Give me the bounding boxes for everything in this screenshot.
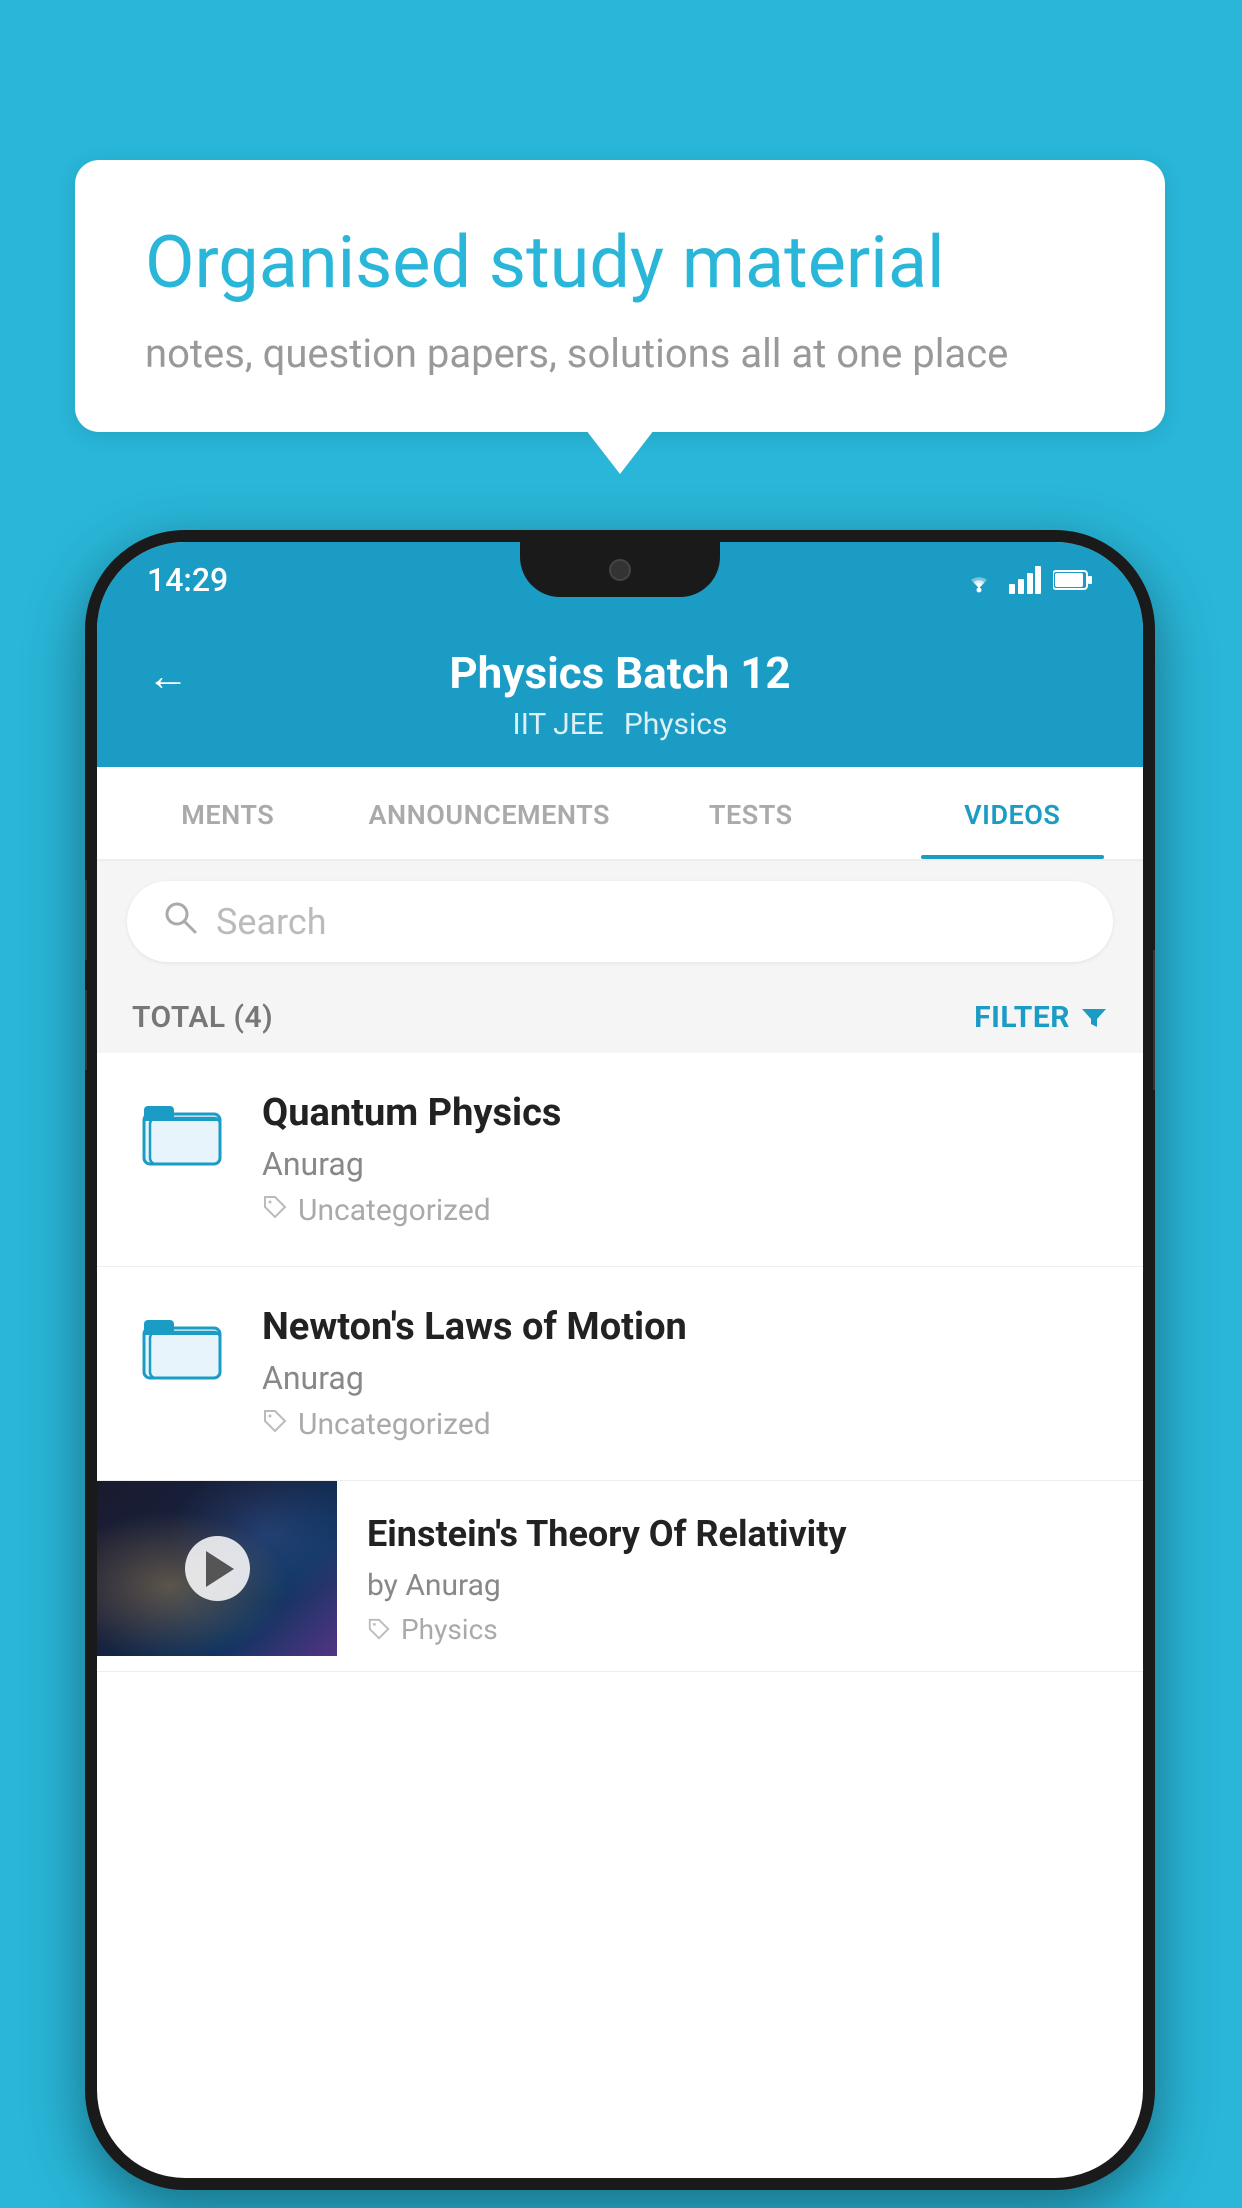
battery-icon: [1053, 569, 1093, 591]
total-count: TOTAL (4): [132, 1000, 273, 1035]
video-tag-einstein: Physics: [367, 1613, 1113, 1646]
filter-button[interactable]: FILTER: [974, 1000, 1108, 1035]
video-author-einstein: by Anurag: [367, 1568, 1113, 1603]
search-input-wrapper[interactable]: Search: [127, 881, 1113, 962]
video-info-einstein: Einstein's Theory Of Relativity by Anura…: [337, 1481, 1143, 1671]
header-subtitle-iitjee: IIT JEE: [513, 707, 604, 742]
tab-ments[interactable]: MENTS: [97, 767, 359, 859]
video-title-einstein: Einstein's Theory Of Relativity: [367, 1511, 1113, 1558]
signal-icon: [1009, 566, 1041, 594]
video-folder-icon-newton: [132, 1305, 232, 1385]
search-bar-container: Search: [97, 861, 1143, 982]
video-tag-newton: Uncategorized: [262, 1407, 1108, 1442]
video-item-quantum[interactable]: Quantum Physics Anurag Uncategorized: [97, 1053, 1143, 1267]
notch: [520, 542, 720, 597]
video-tag-label-einstein: Physics: [401, 1613, 498, 1646]
filter-row: TOTAL (4) FILTER: [97, 982, 1143, 1053]
filter-icon: [1080, 1004, 1108, 1032]
tabs-bar: MENTS ANNOUNCEMENTS TESTS VIDEOS: [97, 767, 1143, 861]
status-icons: [961, 566, 1093, 594]
play-button[interactable]: [185, 1536, 250, 1601]
back-button[interactable]: ←: [147, 652, 189, 701]
tag-icon-einstein: [367, 1617, 391, 1641]
tab-videos[interactable]: VIDEOS: [882, 767, 1144, 859]
search-icon: [162, 899, 198, 944]
speech-bubble: Organised study material notes, question…: [75, 160, 1165, 432]
app-header: ← Physics Batch 12 IIT JEE Physics: [97, 617, 1143, 767]
phone-frame: 14:29: [85, 530, 1155, 2190]
status-time: 14:29: [147, 561, 228, 599]
power-button[interactable]: [1153, 950, 1155, 1090]
tag-icon: [262, 1194, 288, 1227]
tag-icon-newton: [262, 1408, 288, 1441]
header-title: Physics Batch 12: [449, 647, 790, 699]
video-folder-icon: [132, 1091, 232, 1171]
tab-tests[interactable]: TESTS: [620, 767, 882, 859]
video-item-newton[interactable]: Newton's Laws of Motion Anurag Uncategor…: [97, 1267, 1143, 1481]
video-info-quantum: Quantum Physics Anurag Uncategorized: [262, 1091, 1108, 1228]
video-tag-label-newton: Uncategorized: [298, 1407, 491, 1442]
camera: [609, 559, 631, 581]
header-subtitle: IIT JEE Physics: [513, 707, 728, 742]
video-tag-quantum: Uncategorized: [262, 1193, 1108, 1228]
video-thumbnail-einstein: [97, 1481, 337, 1656]
video-info-newton: Newton's Laws of Motion Anurag Uncategor…: [262, 1305, 1108, 1442]
status-bar: 14:29: [97, 542, 1143, 617]
search-placeholder: Search: [216, 901, 327, 943]
video-author-newton: Anurag: [262, 1359, 1108, 1397]
video-title-newton: Newton's Laws of Motion: [262, 1305, 1108, 1349]
video-item-einstein[interactable]: Einstein's Theory Of Relativity by Anura…: [97, 1481, 1143, 1672]
bubble-title: Organised study material: [145, 220, 1095, 306]
play-triangle: [206, 1551, 234, 1587]
phone-screen: 14:29: [97, 542, 1143, 2178]
bubble-subtitle: notes, question papers, solutions all at…: [145, 330, 1095, 377]
volume-up-button[interactable]: [85, 880, 87, 960]
video-title-quantum: Quantum Physics: [262, 1091, 1108, 1135]
filter-label: FILTER: [974, 1000, 1070, 1035]
video-tag-label-quantum: Uncategorized: [298, 1193, 491, 1228]
wifi-icon: [961, 566, 997, 594]
volume-down-button[interactable]: [85, 990, 87, 1070]
tab-announcements[interactable]: ANNOUNCEMENTS: [359, 767, 621, 859]
header-subtitle-physics: Physics: [624, 707, 728, 742]
video-author-quantum: Anurag: [262, 1145, 1108, 1183]
